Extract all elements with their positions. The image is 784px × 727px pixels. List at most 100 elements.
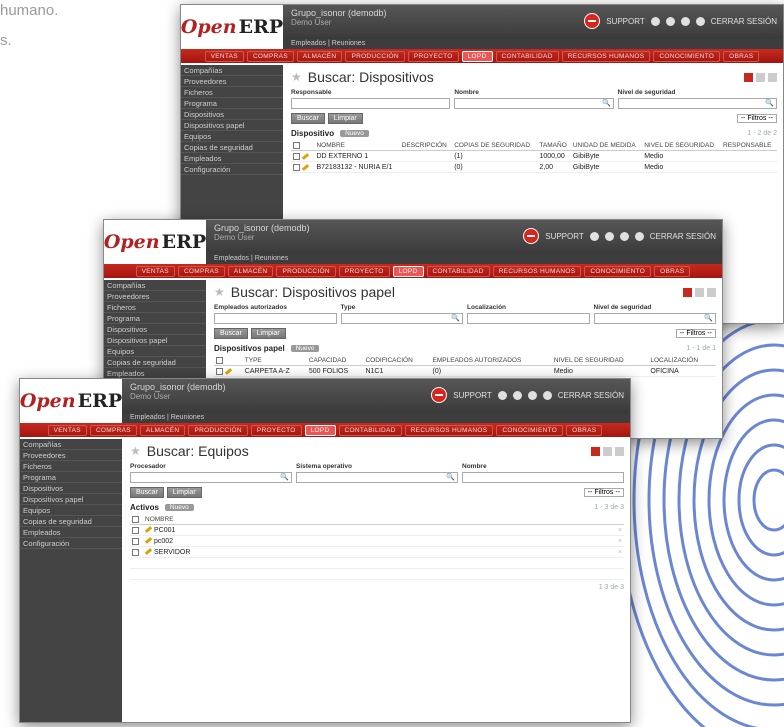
column-header[interactable]: NOMBRE <box>143 515 557 526</box>
type-input[interactable]: 🔍 <box>340 313 463 324</box>
delete-icon[interactable]: × <box>556 524 624 537</box>
nivel-seguridad-input[interactable]: 🔍 <box>617 98 777 109</box>
support-icon[interactable] <box>431 387 448 403</box>
menu-obras[interactable]: OBRAS <box>654 265 691 277</box>
openerp-logo[interactable]: Open ERP <box>20 379 122 423</box>
sidebar-item-companias[interactable]: Compañías <box>20 439 122 450</box>
favorite-star-icon[interactable]: ★ <box>214 285 225 299</box>
logout-link[interactable]: CERRAR SESIÓN <box>650 232 716 241</box>
select-all-checkbox[interactable] <box>216 357 223 364</box>
menu-contabilidad[interactable]: CONTABILIDAD <box>338 424 402 436</box>
menu-lopd[interactable]: LOPD <box>461 50 493 62</box>
row-checkbox[interactable] <box>293 163 300 171</box>
sidebar-item-programa[interactable]: Programa <box>181 98 283 109</box>
sidebar-item-ficheros[interactable]: Ficheros <box>181 87 283 98</box>
menu-compras[interactable]: COMPRAS <box>177 265 225 277</box>
edit-pencil-icon[interactable] <box>224 367 233 375</box>
row-checkbox[interactable] <box>293 152 300 160</box>
column-header[interactable]: CAPACIDAD <box>306 356 364 367</box>
empleados-input[interactable] <box>214 313 337 324</box>
home-icon[interactable] <box>650 16 660 26</box>
menu-produccion[interactable]: PRODUCCIÓN <box>188 424 248 436</box>
sidebar-item-equipos[interactable]: Equipos <box>104 346 206 357</box>
graph-view-icon[interactable] <box>707 287 716 297</box>
footer-pager[interactable]: 1 3 de 3 <box>130 584 624 591</box>
responsable-input[interactable] <box>291 98 451 109</box>
sidebar-item-proveedores[interactable]: Proveedores <box>104 291 206 302</box>
edit-pencil-icon[interactable] <box>301 163 310 171</box>
menu-produccion[interactable]: PRODUCCIÓN <box>345 50 405 62</box>
table-row[interactable]: SERVIDOR × <box>130 546 624 559</box>
menu-ventas[interactable]: VENTAS <box>135 265 175 277</box>
support-link[interactable]: SUPPORT <box>606 17 645 26</box>
sidebar-item-programa[interactable]: Programa <box>20 472 122 483</box>
sidebar-item-copias[interactable]: Copias de seguridad <box>104 357 206 368</box>
support-link[interactable]: SUPPORT <box>453 391 492 400</box>
menu-rrhh[interactable]: RECURSOS HUMANOS <box>404 424 494 436</box>
pager[interactable]: 1 - 3 de 3 <box>594 504 624 511</box>
menu-almacen[interactable]: ALMACÉN <box>139 424 186 436</box>
search-button[interactable]: Buscar <box>214 328 248 339</box>
search-button[interactable]: Buscar <box>130 487 164 498</box>
select-all-checkbox[interactable] <box>293 142 300 149</box>
sidebar-item-ficheros[interactable]: Ficheros <box>20 461 122 472</box>
row-checkbox[interactable] <box>132 548 139 556</box>
list-view-icon[interactable] <box>683 287 692 297</box>
menu-ventas[interactable]: VENTAS <box>204 50 244 62</box>
menu-ventas[interactable]: VENTAS <box>47 424 87 436</box>
menu-contabilidad[interactable]: CONTABILIDAD <box>495 50 559 62</box>
sidebar-item-dispositivos[interactable]: Dispositivos <box>104 324 206 335</box>
table-row[interactable]: PC001 × <box>130 524 624 537</box>
column-header[interactable]: DESCRIPCIÓN <box>399 141 453 152</box>
menu-obras[interactable]: OBRAS <box>566 424 603 436</box>
delete-icon[interactable]: × <box>556 546 624 559</box>
column-header[interactable]: NIVEL DE SEGURIDAD <box>551 356 649 367</box>
inbox-icon[interactable] <box>665 16 675 26</box>
gear-icon[interactable] <box>680 16 690 26</box>
graph-view-icon[interactable] <box>768 72 777 82</box>
filters-select[interactable]: -- Filtros -- <box>675 329 716 338</box>
favorite-star-icon[interactable]: ★ <box>130 444 141 458</box>
column-header[interactable]: EMPLEADOS AUTORIZADOS <box>430 356 552 367</box>
sidebar-item-companias[interactable]: Compañías <box>104 280 206 291</box>
localizacion-input[interactable] <box>467 313 590 324</box>
nivel-seguridad-input[interactable]: 🔍 <box>593 313 716 324</box>
sidebar-item-copias[interactable]: Copias de seguridad <box>181 142 283 153</box>
edit-pencil-icon[interactable] <box>301 152 310 160</box>
menu-lopd[interactable]: LOPD <box>392 265 424 277</box>
menu-conocimiento[interactable]: CONOCIMIENTO <box>584 265 652 277</box>
sistema-operativo-input[interactable]: 🔍 <box>296 472 458 483</box>
support-link[interactable]: SUPPORT <box>545 232 584 241</box>
procesador-input[interactable]: 🔍 <box>130 472 292 483</box>
support-icon[interactable] <box>523 228 540 244</box>
menu-rrhh[interactable]: RECURSOS HUMANOS <box>561 50 651 62</box>
row-checkbox[interactable] <box>216 367 223 375</box>
support-icon[interactable] <box>584 13 601 29</box>
help-icon[interactable] <box>542 390 552 400</box>
column-header[interactable]: TYPE <box>242 356 307 367</box>
form-view-icon[interactable] <box>695 287 704 297</box>
column-header[interactable]: TAMAÑO <box>537 141 571 152</box>
inbox-icon[interactable] <box>604 231 614 241</box>
new-button[interactable]: Nuevo <box>164 504 194 511</box>
openerp-logo[interactable]: Open ERP <box>104 220 206 264</box>
select-all-checkbox[interactable] <box>132 516 139 523</box>
menu-proyecto[interactable]: PROYECTO <box>407 50 459 62</box>
gear-icon[interactable] <box>619 231 629 241</box>
sidebar-item-dispositivos[interactable]: Dispositivos <box>20 483 122 494</box>
logout-link[interactable]: CERRAR SESIÓN <box>558 391 624 400</box>
gear-icon[interactable] <box>527 390 537 400</box>
sidebar-item-equipos[interactable]: Equipos <box>20 505 122 516</box>
table-row[interactable]: B72183132 - NURIA E/1 (0) 2,00 GibiByte … <box>291 161 777 174</box>
sidebar-item-equipos[interactable]: Equipos <box>181 131 283 142</box>
sidebar-item-ficheros[interactable]: Ficheros <box>104 302 206 313</box>
table-row[interactable]: DD EXTERNO 1 (1) 1000,00 GibiByte Medio <box>291 150 777 163</box>
list-view-icon[interactable] <box>591 446 600 456</box>
filters-select[interactable]: -- Filtros -- <box>736 114 777 123</box>
menu-compras[interactable]: COMPRAS <box>89 424 137 436</box>
sidebar-item-proveedores[interactable]: Proveedores <box>20 450 122 461</box>
delete-icon[interactable]: × <box>556 535 624 548</box>
column-header[interactable]: CODIFICACIÓN <box>363 356 431 367</box>
table-row[interactable]: pc002 × <box>130 535 624 548</box>
row-checkbox[interactable] <box>132 526 139 534</box>
